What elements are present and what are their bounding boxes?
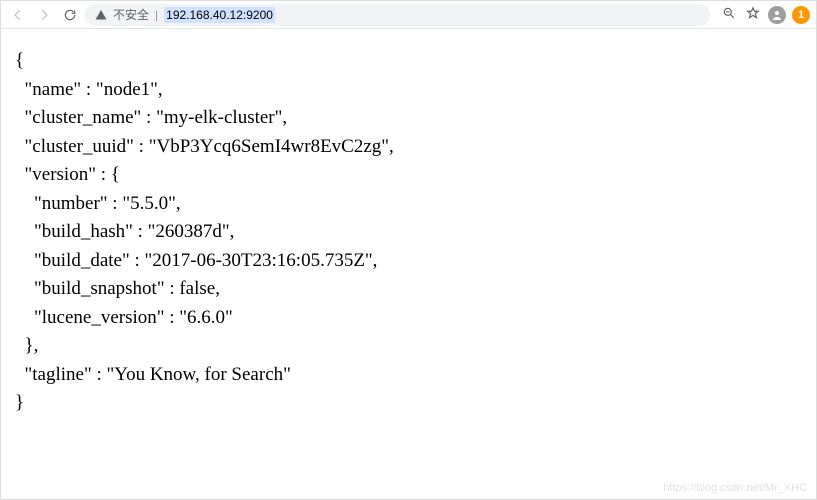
- json-line: "version" : {: [15, 164, 120, 185]
- watermark: https://blog.csdn.net/Mr_XHC: [663, 482, 807, 494]
- back-button[interactable]: [7, 4, 29, 26]
- json-line: }: [15, 392, 24, 413]
- json-line: },: [15, 335, 38, 356]
- url-box[interactable]: 不安全 | 192.168.40.12:9200: [85, 4, 710, 26]
- profile-avatar-icon[interactable]: [768, 6, 786, 24]
- zoom-icon[interactable]: [720, 6, 738, 23]
- arrow-right-icon: [37, 8, 51, 22]
- json-line: "build_hash" : "260387d",: [15, 221, 234, 242]
- insecure-warning-icon: [95, 9, 107, 21]
- json-line: "cluster_name" : "my-elk-cluster",: [15, 107, 287, 128]
- json-content: { "name" : "node1", "cluster_name" : "my…: [1, 29, 816, 436]
- bookmark-star-icon[interactable]: [744, 6, 762, 23]
- json-line: {: [15, 50, 24, 71]
- arrow-left-icon: [11, 8, 25, 22]
- forward-button[interactable]: [33, 4, 55, 26]
- security-label: 不安全: [113, 6, 149, 23]
- reload-button[interactable]: [59, 4, 81, 26]
- separator: |: [155, 8, 158, 22]
- json-line: "build_snapshot" : false,: [15, 278, 220, 299]
- json-line: "lucene_version" : "6.6.0": [15, 307, 233, 328]
- url-text[interactable]: 192.168.40.12:9200: [164, 7, 275, 23]
- json-line: "name" : "node1",: [15, 79, 163, 100]
- json-line: "tagline" : "You Know, for Search": [15, 364, 291, 385]
- json-line: "number" : "5.5.0",: [15, 193, 181, 214]
- right-icon-group: 1: [720, 6, 810, 24]
- reload-icon: [63, 8, 77, 22]
- notification-badge[interactable]: 1: [792, 6, 810, 24]
- json-line: "cluster_uuid" : "VbP3Ycq6SemI4wr8EvC2zg…: [15, 136, 394, 157]
- json-line: "build_date" : "2017-06-30T23:16:05.735Z…: [15, 250, 377, 271]
- address-bar: 不安全 | 192.168.40.12:9200 1: [1, 1, 816, 29]
